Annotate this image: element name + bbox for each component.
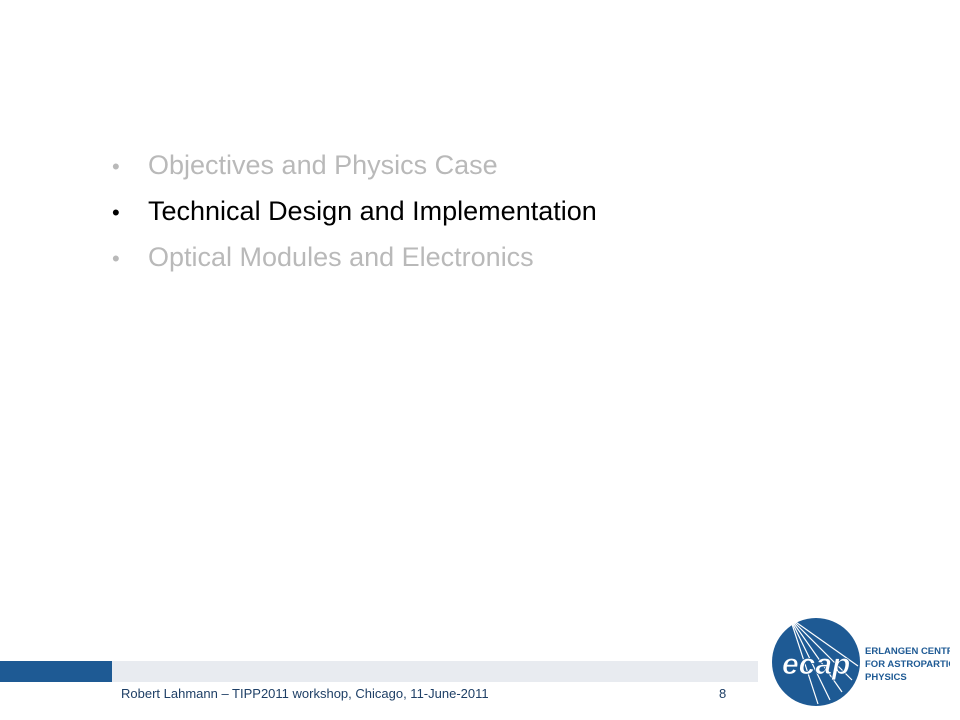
footer-caption: Robert Lahmann – TIPP2011 workshop, Chic… — [121, 686, 489, 701]
agenda-item-technical-design: • Technical Design and Implementation — [112, 191, 597, 237]
ecap-logo: ecap ERLANGEN CENTRE FOR ASTROPARTICLE P… — [772, 617, 950, 706]
bullet-icon: • — [112, 154, 120, 179]
agenda-item-objectives: • Objectives and Physics Case — [112, 145, 597, 191]
footer-bar-accent — [0, 661, 112, 682]
logo-line-3: PHYSICS — [865, 672, 907, 683]
footer-bar — [112, 661, 758, 682]
logo-line-1: ERLANGEN CENTRE — [865, 646, 950, 657]
logo-wordmark: ecap — [782, 648, 850, 681]
logo-line-2: FOR ASTROPARTICLE — [865, 659, 950, 670]
agenda-item-label: Technical Design and Implementation — [148, 196, 597, 226]
agenda-item-optical-modules: • Optical Modules and Electronics — [112, 237, 597, 283]
slide-number: 8 — [719, 686, 727, 701]
bullet-icon: • — [112, 246, 120, 271]
bullet-icon: • — [112, 200, 120, 225]
agenda-list: • Objectives and Physics Case • Technica… — [112, 145, 597, 283]
agenda-item-label: Objectives and Physics Case — [148, 150, 498, 180]
agenda-item-label: Optical Modules and Electronics — [148, 242, 534, 272]
